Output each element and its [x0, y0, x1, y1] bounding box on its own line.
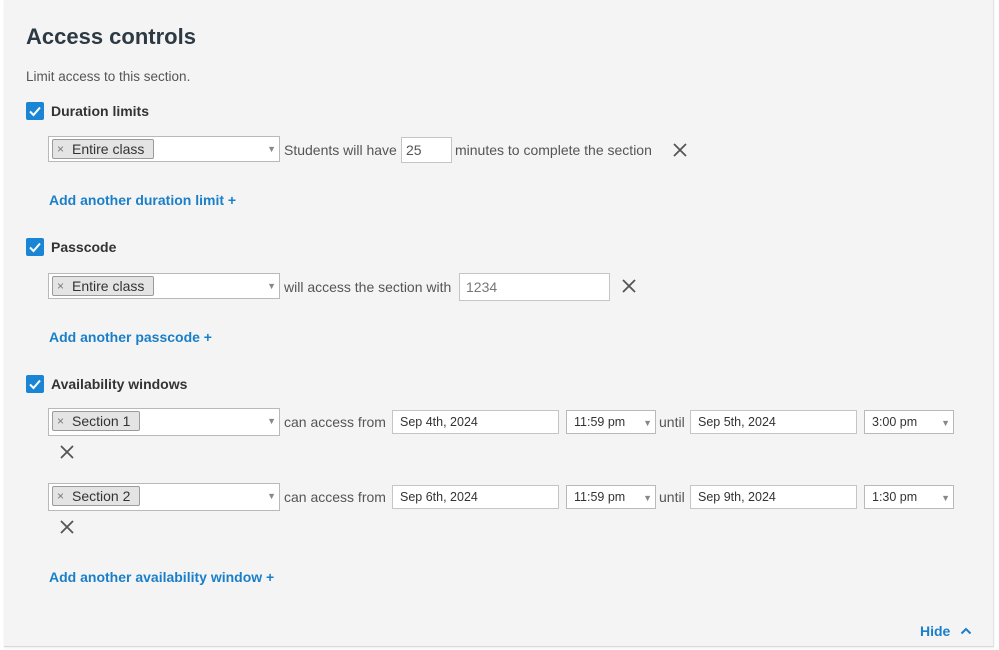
from-date-value: Sep 6th, 2024: [400, 490, 478, 504]
chevron-down-icon: ▼: [643, 418, 652, 428]
to-date-value: Sep 5th, 2024: [698, 415, 776, 429]
duration-group-select[interactable]: × Entire class ▼: [48, 136, 280, 162]
chevron-down-icon: ▼: [941, 493, 950, 503]
availability-section-tag: × Section 1: [52, 411, 141, 431]
chevron-down-icon: ▼: [643, 493, 652, 503]
passcode-group-tag: × Entire class: [52, 276, 155, 296]
availability-section-tag: × Section 2: [52, 486, 141, 506]
to-time-value: 3:00 pm: [872, 415, 918, 429]
tag-label: Section 1: [72, 413, 131, 429]
duration-limits-label: Duration limits: [51, 103, 150, 119]
access-from-text: can access from: [284, 414, 386, 430]
chevron-up-icon: [961, 627, 972, 635]
duration-group-tag: × Entire class: [52, 139, 155, 159]
close-icon[interactable]: [672, 142, 688, 158]
check-icon: [29, 379, 41, 390]
duration-limits-checkbox[interactable]: [26, 102, 44, 120]
duration-suffix-text: minutes to complete the section: [455, 142, 652, 158]
tag-remove-icon[interactable]: ×: [57, 414, 64, 428]
duration-prefix-text: Students will have: [284, 142, 397, 158]
availability-section-select[interactable]: × Section 1 ▼: [48, 408, 280, 436]
add-duration-limit-link[interactable]: Add another duration limit +: [49, 192, 236, 208]
passcode-text: will access the section with: [284, 279, 452, 295]
until-text: until: [659, 414, 685, 430]
tag-remove-icon[interactable]: ×: [57, 489, 64, 503]
check-icon: [29, 106, 41, 117]
to-time-select[interactable]: 3:00 pm ▼: [864, 410, 954, 434]
passcode-input[interactable]: 1234: [459, 273, 610, 301]
chevron-down-icon: ▼: [267, 281, 276, 291]
tag-label: Section 2: [72, 488, 131, 504]
to-time-select[interactable]: 1:30 pm ▼: [864, 485, 954, 509]
chevron-down-icon: ▼: [267, 144, 276, 154]
passcode-placeholder: 1234: [466, 279, 498, 295]
section-description: Limit access to this section.: [26, 69, 191, 84]
from-time-value: 11:59 pm: [574, 415, 626, 429]
passcode-label: Passcode: [51, 239, 117, 255]
to-date-input[interactable]: Sep 9th, 2024: [690, 485, 857, 509]
availability-windows-checkbox[interactable]: [26, 375, 44, 393]
until-text: until: [659, 489, 685, 505]
chevron-down-icon: ▼: [267, 491, 276, 501]
from-time-select[interactable]: 11:59 pm ▼: [566, 485, 656, 509]
page-title: Access controls: [26, 24, 196, 49]
hide-button[interactable]: Hide: [920, 623, 972, 639]
close-icon[interactable]: [59, 519, 75, 535]
check-icon: [29, 242, 41, 253]
availability-section-select[interactable]: × Section 2 ▼: [48, 483, 280, 511]
access-from-text: can access from: [284, 489, 386, 505]
close-icon[interactable]: [621, 278, 637, 294]
from-time-select[interactable]: 11:59 pm ▼: [566, 410, 656, 434]
add-availability-window-link[interactable]: Add another availability window +: [49, 569, 274, 585]
duration-minutes-input[interactable]: 25: [401, 137, 452, 163]
to-date-value: Sep 9th, 2024: [698, 490, 776, 504]
chevron-down-icon: ▼: [941, 418, 950, 428]
chevron-down-icon: ▼: [267, 416, 276, 426]
from-time-value: 11:59 pm: [574, 490, 626, 504]
tag-label: Entire class: [72, 278, 145, 294]
from-date-input[interactable]: Sep 6th, 2024: [392, 485, 559, 509]
from-date-input[interactable]: Sep 4th, 2024: [392, 410, 559, 434]
hide-label: Hide: [920, 623, 951, 639]
passcode-checkbox[interactable]: [26, 238, 44, 256]
passcode-group-select[interactable]: × Entire class ▼: [48, 273, 280, 299]
availability-windows-label: Availability windows: [51, 376, 188, 392]
close-icon[interactable]: [59, 444, 75, 460]
duration-minutes-value: 25: [406, 142, 422, 158]
add-passcode-link[interactable]: Add another passcode +: [49, 329, 212, 345]
tag-label: Entire class: [72, 141, 145, 157]
to-date-input[interactable]: Sep 5th, 2024: [690, 410, 857, 434]
access-controls-panel: Access controls Limit access to this sec…: [4, 0, 994, 647]
to-time-value: 1:30 pm: [872, 490, 918, 504]
tag-remove-icon[interactable]: ×: [57, 279, 64, 293]
tag-remove-icon[interactable]: ×: [57, 142, 64, 156]
from-date-value: Sep 4th, 2024: [400, 415, 478, 429]
